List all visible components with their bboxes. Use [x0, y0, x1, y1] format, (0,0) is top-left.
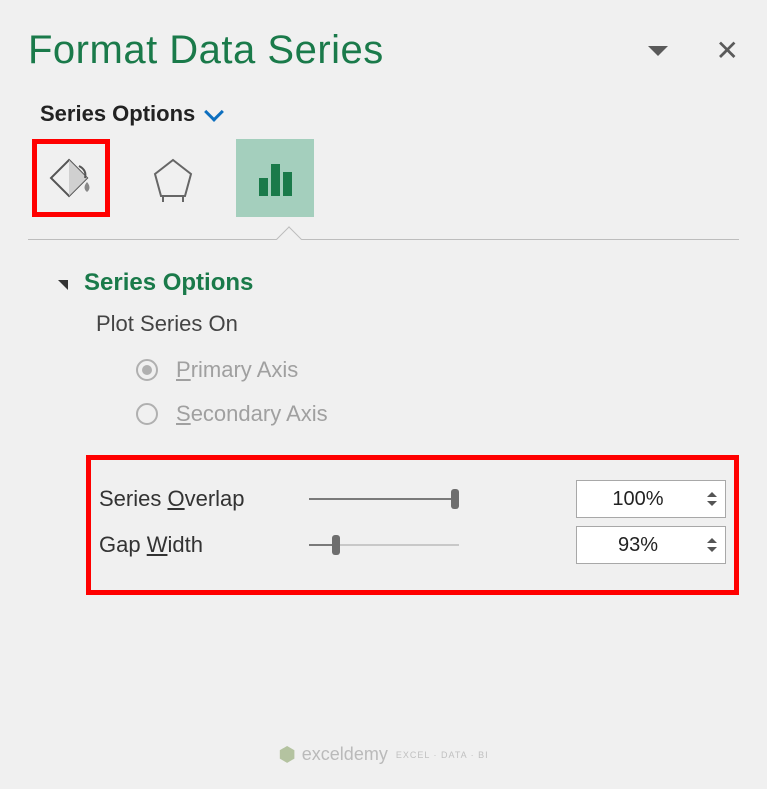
- header-controls: ✕: [648, 34, 739, 67]
- close-button[interactable]: ✕: [716, 34, 739, 67]
- category-tabs: [28, 139, 739, 217]
- gap-width-spinner: [699, 538, 725, 552]
- series-overlap-spin-up[interactable]: [707, 492, 717, 497]
- section-title: Series Options: [84, 269, 253, 297]
- paint-bucket-icon: [47, 154, 95, 202]
- gap-width-value: 93%: [577, 534, 699, 557]
- axis-radio-group: Primary Axis Secondary Axis: [136, 357, 739, 427]
- watermark-sub: EXCEL · DATA · BI: [396, 750, 489, 760]
- series-overlap-value: 100%: [577, 488, 699, 511]
- gap-width-spin-up[interactable]: [707, 538, 717, 543]
- series-overlap-spinner: [699, 492, 725, 506]
- series-overlap-slider-wrap: [299, 487, 566, 511]
- gap-width-slider[interactable]: [309, 533, 459, 557]
- series-options-section: Series Options Plot Series On Primary Ax…: [28, 269, 739, 595]
- series-overlap-slider[interactable]: [309, 487, 459, 511]
- gap-width-spin-down[interactable]: [707, 547, 717, 552]
- pentagon-icon: [149, 154, 197, 202]
- chevron-down-icon: [204, 102, 224, 122]
- tab-divider: [28, 227, 739, 251]
- series-overlap-row: Series Overlap 100%: [99, 480, 726, 518]
- plot-series-on-label: Plot Series On: [96, 311, 739, 337]
- effects-tab[interactable]: [134, 139, 212, 217]
- options-dropdown-icon[interactable]: [648, 46, 668, 56]
- primary-axis-radio: Primary Axis: [136, 357, 739, 383]
- gap-width-row: Gap Width 93%: [99, 526, 726, 564]
- primary-axis-label: Primary Axis: [176, 357, 298, 383]
- fill-line-tab[interactable]: [32, 139, 110, 217]
- series-overlap-label: Series Overlap: [99, 486, 299, 512]
- gap-width-slider-wrap: [299, 533, 566, 557]
- series-options-dropdown[interactable]: Series Options: [28, 101, 739, 127]
- series-overlap-spin-down[interactable]: [707, 501, 717, 506]
- collapse-triangle-icon: [58, 280, 68, 290]
- secondary-axis-label: Secondary Axis: [176, 401, 328, 427]
- section-header[interactable]: Series Options: [58, 269, 739, 297]
- panel-title: Format Data Series: [28, 28, 384, 73]
- series-options-tab[interactable]: [236, 139, 314, 217]
- slider-controls-group: Series Overlap 100% Ga: [86, 455, 739, 595]
- format-data-series-panel: Format Data Series ✕ Series Options: [8, 8, 759, 781]
- gap-width-input[interactable]: 93%: [576, 526, 726, 564]
- gap-width-label: Gap Width: [99, 532, 299, 558]
- watermark-icon: ⬢: [278, 742, 295, 767]
- watermark-text: exceldemy: [302, 744, 388, 765]
- secondary-axis-radio: Secondary Axis: [136, 401, 739, 427]
- bar-chart-icon: [251, 154, 299, 202]
- primary-axis-radio-button: [136, 359, 158, 381]
- series-overlap-input[interactable]: 100%: [576, 480, 726, 518]
- secondary-axis-radio-button: [136, 403, 158, 425]
- panel-header: Format Data Series ✕: [28, 28, 739, 73]
- series-options-label: Series Options: [40, 101, 195, 127]
- watermark: ⬢ exceldemy EXCEL · DATA · BI: [278, 742, 488, 767]
